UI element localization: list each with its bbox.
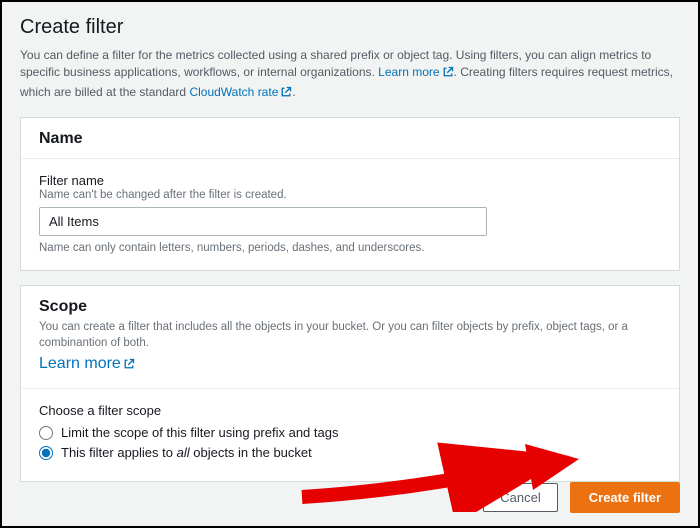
name-heading: Name	[39, 130, 661, 148]
scope-option-all-label: This filter applies to all objects in th…	[61, 445, 312, 460]
intro-text: You can define a filter for the metrics …	[20, 47, 680, 103]
learn-more-link[interactable]: Learn more	[378, 65, 453, 79]
scope-learn-more-link[interactable]: Learn more	[39, 355, 135, 372]
cloudwatch-rate-label: CloudWatch rate	[189, 85, 278, 99]
actions-row: Cancel Create filter	[483, 482, 680, 513]
name-panel-body: Filter name Name can't be changed after …	[21, 159, 679, 270]
filter-name-note: Name can only contain letters, numbers, …	[39, 242, 661, 254]
scope-all-before: This filter applies to	[61, 445, 177, 460]
cloudwatch-rate-link[interactable]: CloudWatch rate	[189, 85, 292, 99]
name-panel: Name Filter name Name can't be changed a…	[20, 117, 680, 271]
cancel-button[interactable]: Cancel	[483, 483, 557, 512]
create-filter-button[interactable]: Create filter	[570, 482, 680, 513]
name-panel-header: Name	[21, 118, 679, 159]
choose-scope-label: Choose a filter scope	[39, 403, 661, 418]
scope-option-all[interactable]: This filter applies to all objects in th…	[39, 445, 661, 460]
external-link-icon	[123, 357, 135, 375]
learn-more-label: Learn more	[378, 65, 439, 79]
scope-sub: You can create a filter that includes al…	[39, 319, 661, 351]
scope-radio-limit[interactable]	[39, 426, 53, 440]
filter-name-label: Filter name	[39, 173, 661, 188]
scope-all-ital: all	[177, 445, 190, 460]
scope-all-after: objects in the bucket	[190, 445, 312, 460]
scope-panel-header: Scope You can create a filter that inclu…	[21, 286, 679, 389]
scope-learn-more-label: Learn more	[39, 355, 121, 372]
page-title: Create filter	[20, 16, 680, 39]
external-link-icon	[442, 66, 454, 83]
scope-option-limit-label: Limit the scope of this filter using pre…	[61, 425, 338, 440]
filter-name-input[interactable]	[39, 207, 487, 236]
filter-name-helper: Name can't be changed after the filter i…	[39, 189, 661, 201]
scope-heading: Scope	[39, 298, 661, 316]
scope-panel: Scope You can create a filter that inclu…	[20, 285, 680, 482]
scope-panel-body: Choose a filter scope Limit the scope of…	[21, 389, 679, 481]
scope-option-limit[interactable]: Limit the scope of this filter using pre…	[39, 425, 661, 440]
intro-end: .	[292, 85, 295, 99]
scope-radio-all[interactable]	[39, 446, 53, 460]
external-link-icon	[280, 86, 292, 103]
